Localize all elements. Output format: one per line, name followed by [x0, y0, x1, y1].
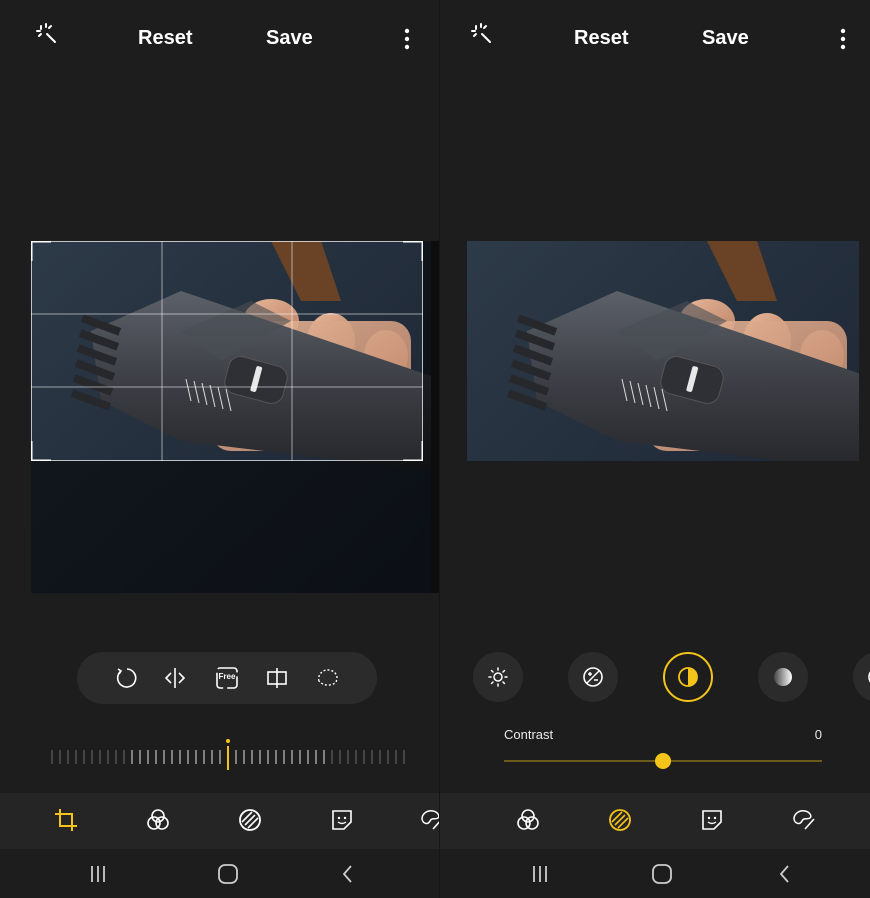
sticker-icon[interactable] [699, 807, 725, 833]
contrast-icon [678, 667, 698, 687]
adjust-panel: Reset Save Contrast 0 [440, 0, 870, 898]
rotation-ruler[interactable] [50, 738, 410, 772]
auto-enhance-icon[interactable] [470, 22, 496, 48]
crop-icon[interactable] [53, 807, 79, 833]
crop-panel: Reset Save Free [0, 0, 440, 898]
rotate-icon[interactable] [113, 665, 139, 691]
recents-icon[interactable] [528, 862, 552, 886]
back-icon[interactable] [336, 862, 360, 886]
home-icon[interactable] [216, 862, 240, 886]
recents-icon[interactable] [86, 862, 110, 886]
top-bar: Reset Save [440, 0, 870, 80]
photo-preview[interactable] [467, 241, 859, 461]
brightness-icon [488, 667, 508, 687]
draw-icon[interactable] [419, 807, 440, 833]
flip-icon[interactable] [162, 665, 188, 691]
contrast-slider-thumb[interactable] [655, 753, 671, 769]
bottom-tab-bar [440, 793, 870, 849]
home-icon[interactable] [650, 862, 674, 886]
adjust-icon[interactable] [237, 807, 263, 833]
adjust-icon[interactable] [607, 807, 633, 833]
save-button[interactable]: Save [266, 27, 313, 50]
filters-icon[interactable] [145, 807, 171, 833]
filters-icon[interactable] [515, 807, 541, 833]
contrast-label: Contrast [504, 727, 554, 742]
back-icon[interactable] [773, 862, 797, 886]
perspective-icon[interactable] [264, 665, 290, 691]
lasso-icon[interactable] [315, 665, 341, 691]
free-label: Free [218, 672, 236, 681]
more-options-icon[interactable] [402, 26, 412, 52]
contrast-value: 0 [814, 727, 822, 742]
shadows-button[interactable] [853, 652, 870, 702]
contrast-button[interactable] [663, 652, 713, 702]
system-nav-bar [0, 849, 440, 898]
auto-enhance-icon[interactable] [35, 22, 61, 48]
reset-button[interactable]: Reset [574, 27, 628, 50]
exposure-button[interactable] [568, 652, 618, 702]
crop-tools-pill: Free [77, 652, 377, 704]
brightness-button[interactable] [473, 652, 523, 702]
more-options-icon[interactable] [838, 26, 848, 52]
highlights-button[interactable] [758, 652, 808, 702]
bottom-tab-bar [0, 793, 440, 849]
top-bar: Reset Save [0, 0, 440, 80]
save-button[interactable]: Save [702, 27, 749, 50]
crop-frame[interactable] [31, 241, 423, 461]
free-aspect-icon[interactable]: Free [214, 665, 240, 691]
reset-button[interactable]: Reset [138, 27, 192, 50]
system-nav-bar [440, 849, 870, 898]
highlights-icon [774, 668, 792, 686]
draw-icon[interactable] [791, 807, 817, 833]
sticker-icon[interactable] [329, 807, 355, 833]
exposure-icon [583, 667, 603, 687]
